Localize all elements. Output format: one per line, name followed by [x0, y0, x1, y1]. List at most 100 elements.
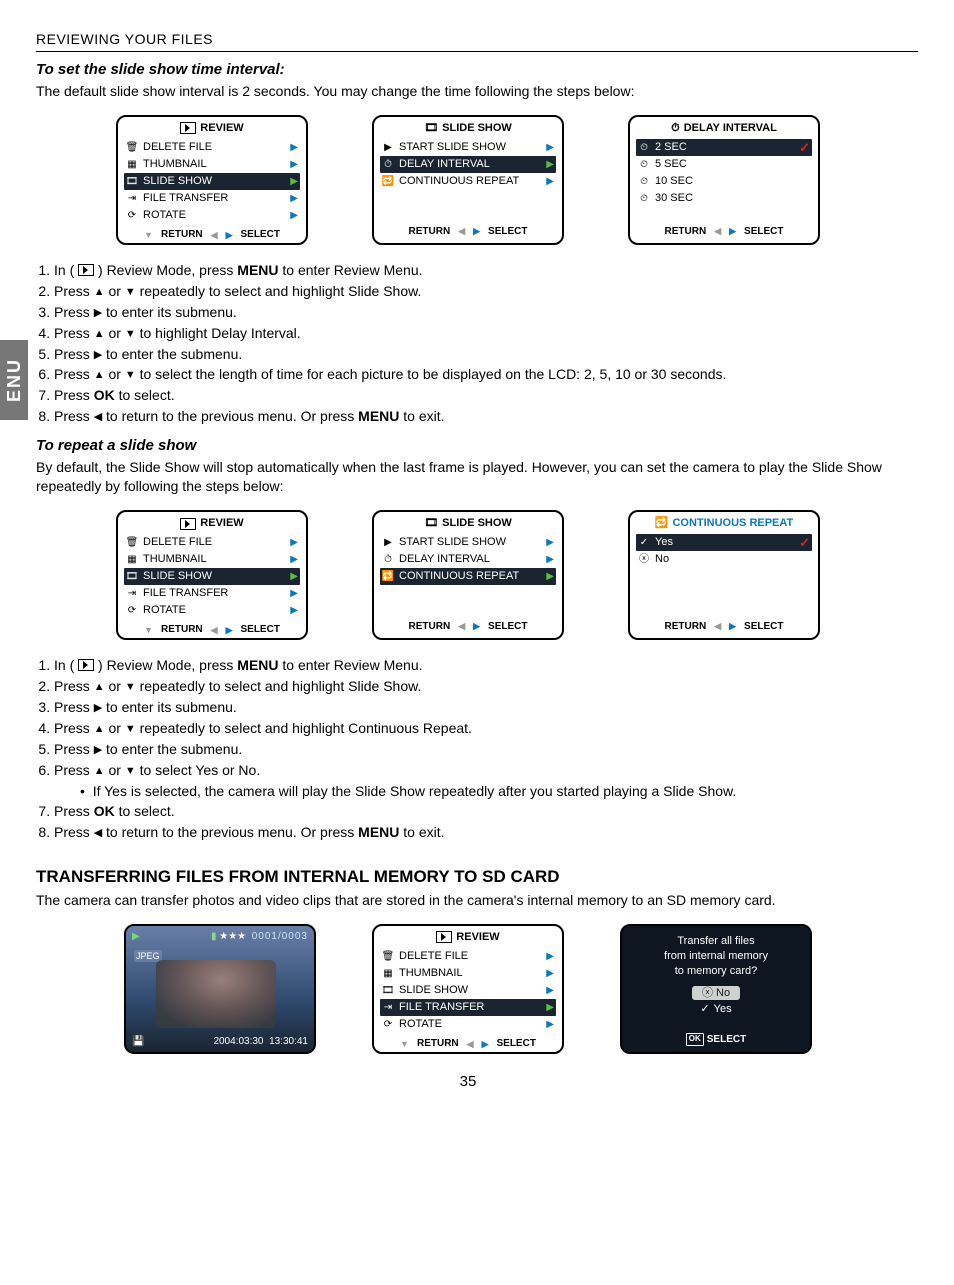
right-arrow-icon: ▶ — [94, 348, 102, 363]
menu-item: START SLIDE SHOW — [399, 535, 541, 550]
select-label: SELECT — [240, 228, 279, 242]
menu-item-selected: 2 SEC — [655, 140, 794, 155]
menu-item: FILE TRANSFER — [143, 586, 285, 601]
screen-title: CONTINUOUS REPEAT — [672, 516, 793, 531]
clock-icon: ⏱ — [671, 121, 680, 136]
play-overlay-icon: ▶ — [132, 930, 140, 944]
menu-item: SLIDE SHOW — [399, 983, 541, 998]
repeat-icon: 🔁 — [382, 175, 394, 189]
menu-item: 10 SEC — [655, 174, 810, 189]
menu-item: THUMBNAIL — [399, 966, 541, 981]
section1-para: The default slide show interval is 2 sec… — [36, 82, 908, 101]
steps-list-2: In ( ) Review Mode, press MENU to enter … — [38, 656, 908, 842]
menu-item: DELETE FILE — [399, 949, 541, 964]
side-tab: ENU — [0, 340, 28, 420]
screen-title: SLIDE SHOW — [442, 121, 512, 136]
menu-item-selected: FILE TRANSFER — [399, 1000, 541, 1015]
section2-title: To repeat a slide show — [36, 436, 918, 456]
play-icon — [78, 659, 94, 671]
bullet-text: If Yes is selected, the camera will play… — [93, 783, 737, 799]
rotate-icon: ⟳ — [126, 209, 138, 223]
screen-title: REVIEW — [200, 516, 243, 531]
menu-item: 30 SEC — [655, 191, 810, 206]
menu-item: ROTATE — [143, 208, 285, 223]
transfer-line1: Transfer all files — [664, 934, 768, 949]
up-arrow-icon: ▲ — [94, 368, 105, 383]
menu-item: DELETE FILE — [143, 535, 285, 550]
menu-item: START SLIDE SHOW — [399, 140, 541, 155]
screen-title: DELAY INTERVAL — [684, 121, 777, 136]
screen-slideshow: 🎞SLIDE SHOW ▶START SLIDE SHOW▶ ⏱DELAY IN… — [372, 115, 564, 245]
down-arrow-icon: ▼ — [125, 285, 136, 300]
return-label: RETURN — [409, 225, 451, 239]
clock5-icon: ⏲ — [638, 158, 650, 172]
section2-para: By default, the Slide Show will stop aut… — [36, 458, 908, 496]
right-arrow-icon: ▶ — [94, 306, 102, 321]
screen-transfer: Transfer all files from internal memory … — [620, 924, 812, 1054]
select-label: SELECT — [744, 225, 783, 239]
ok-badge: OK — [686, 1033, 704, 1046]
play-icon — [180, 518, 196, 530]
menu-item: DELAY INTERVAL — [399, 552, 541, 567]
return-label: RETURN — [161, 228, 203, 242]
up-arrow-icon: ▲ — [94, 285, 105, 300]
play-icon — [436, 931, 452, 943]
menu-item-selected: DELAY INTERVAL — [399, 157, 541, 172]
x-icon: ⓧ — [638, 553, 650, 567]
screen-review-3: REVIEW 🗑DELETE FILE▶ ▦THUMBNAIL▶ 🎞SLIDE … — [372, 924, 564, 1054]
select-label: SELECT — [488, 225, 527, 239]
rating-stars: ★★★ — [219, 931, 246, 942]
time-label: 13:30:41 — [269, 1036, 308, 1047]
grid-icon: ▦ — [126, 158, 138, 172]
count-label: 0001/0003 — [252, 931, 308, 942]
section3-title: TRANSFERRING FILES FROM INTERNAL MEMORY … — [36, 866, 918, 889]
play-small-icon: ▶ — [382, 141, 394, 155]
screen-review: REVIEW 🗑DELETE FILE▶ ▦THUMBNAIL▶ 🎞SLIDE … — [116, 115, 308, 245]
film-icon: 🎞 — [424, 121, 438, 136]
section1-title: To set the slide show time interval: — [36, 60, 918, 80]
clock2-icon: ⏲ — [638, 141, 650, 155]
transfer-line3: to memory card? — [664, 964, 768, 979]
clock30-icon: ⏲ — [638, 192, 650, 206]
down-arrow-icon: ▼ — [125, 368, 136, 383]
screen-delay: ⏱DELAY INTERVAL ⏲2 SEC✓ ⏲5 SEC ⏲10 SEC ⏲… — [628, 115, 820, 245]
sd-icon: 💾 — [132, 1035, 144, 1049]
select-label: SELECT — [707, 1033, 746, 1047]
return-label: RETURN — [665, 225, 707, 239]
screen-title: REVIEW — [200, 121, 243, 136]
transfer-icon: ⇥ — [126, 192, 138, 206]
x-icon: ⓧ — [702, 987, 713, 999]
menu-item: THUMBNAIL — [143, 157, 285, 172]
check-icon: ✓ — [638, 536, 650, 550]
play-icon — [78, 264, 94, 276]
screens-row-2: REVIEW 🗑DELETE FILE▶ ▦THUMBNAIL▶ 🎞SLIDE … — [18, 510, 918, 640]
menu-item: DELETE FILE — [143, 140, 285, 155]
trash-icon: 🗑 — [126, 141, 138, 155]
play-icon — [180, 122, 196, 134]
up-arrow-icon: ▲ — [94, 327, 105, 342]
screen-slideshow-2: 🎞SLIDE SHOW ▶START SLIDE SHOW▶ ⏱DELAY IN… — [372, 510, 564, 640]
screen-review-2: REVIEW 🗑DELETE FILE▶ ▦THUMBNAIL▶ 🎞SLIDE … — [116, 510, 308, 640]
check-icon: ✓ — [700, 1002, 709, 1017]
page-header: REVIEWING YOUR FILES — [36, 30, 918, 52]
screen-title: REVIEW — [456, 930, 499, 945]
film-icon: 🎞 — [424, 516, 438, 531]
screen-photo: ▶ ▮ ★★★ 0001/0003 JPEG 💾 2004:03:30 13:3… — [124, 924, 316, 1054]
menu-item: 5 SEC — [655, 157, 810, 172]
yes-option: Yes — [714, 1002, 732, 1017]
menu-item: CONTINUOUS REPEAT — [399, 174, 541, 189]
menu-item-selected: CONTINUOUS REPEAT — [399, 569, 541, 584]
menu-item-selected: SLIDE SHOW — [143, 174, 285, 189]
date-label: 2004:03:30 — [213, 1036, 263, 1047]
section3-para: The camera can transfer photos and video… — [36, 891, 908, 910]
screen-continuous: 🔁CONTINUOUS REPEAT ✓Yes✓ ⓧNo RETURN◀▶SEL… — [628, 510, 820, 640]
no-option: No — [716, 987, 730, 999]
screen-title: SLIDE SHOW — [442, 516, 512, 531]
left-arrow-icon: ◀ — [94, 410, 102, 425]
menu-item: ROTATE — [399, 1017, 541, 1032]
steps-list-1: In ( ) Review Mode, press MENU to enter … — [38, 261, 908, 426]
screens-row-1: REVIEW 🗑DELETE FILE▶ ▦THUMBNAIL▶ 🎞SLIDE … — [18, 115, 918, 245]
page-number: 35 — [18, 1072, 918, 1092]
menu-item: No — [655, 552, 810, 567]
repeat-icon: 🔁 — [655, 516, 669, 531]
